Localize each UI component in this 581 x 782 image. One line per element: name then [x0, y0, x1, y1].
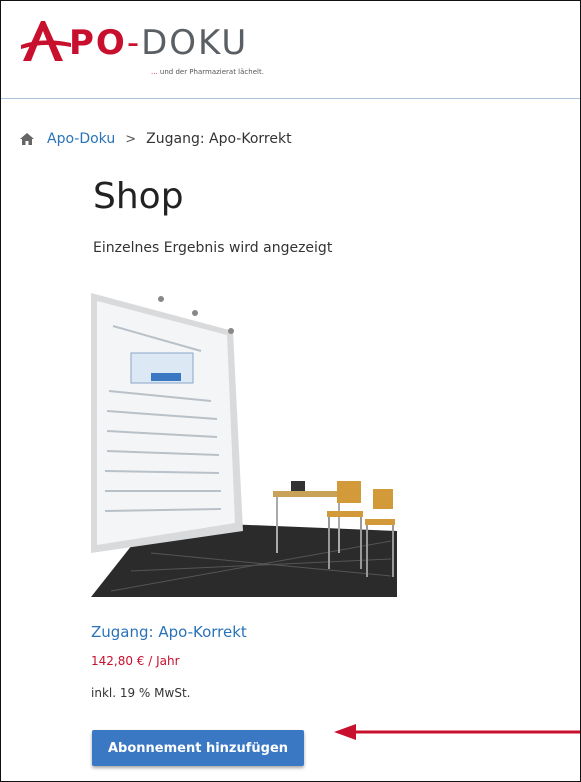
- browser-frame: PO-DOKU ... und der Pharmazierat lächelt…: [0, 0, 581, 782]
- vat-note: inkl. 19 % MwSt.: [91, 686, 191, 700]
- logo-a-mark: [21, 21, 71, 61]
- logo-wordmark: PO-DOKU: [69, 23, 249, 63]
- product-price: 142,80 € / Jahr: [91, 654, 180, 668]
- add-subscription-button[interactable]: Abonnement hinzufügen: [92, 730, 304, 766]
- home-icon[interactable]: [19, 132, 35, 146]
- logo-tagline: ... und der Pharmazierat lächelt.: [151, 68, 264, 76]
- product-title-link[interactable]: Zugang: Apo-Korrekt: [91, 623, 247, 641]
- result-count: Einzelnes Ergebnis wird angezeigt: [93, 240, 333, 256]
- site-header: PO-DOKU ... und der Pharmazierat lächelt…: [1, 1, 580, 99]
- breadcrumb-current: Zugang: Apo-Korrekt: [146, 131, 292, 147]
- chevron-right-icon: >: [125, 131, 137, 147]
- page-title: Shop: [93, 176, 184, 217]
- product-image[interactable]: [91, 291, 397, 597]
- annotation-arrow-icon: [334, 724, 580, 740]
- breadcrumb: Apo-Doku > Zugang: Apo-Korrekt: [19, 129, 292, 149]
- breadcrumb-link-apo-doku[interactable]: Apo-Doku: [47, 131, 115, 147]
